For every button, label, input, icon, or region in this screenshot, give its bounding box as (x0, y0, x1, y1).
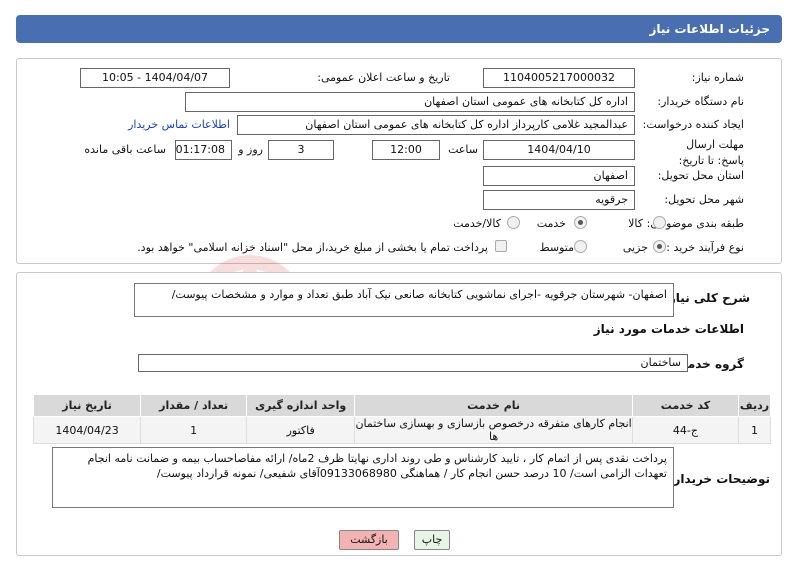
cell-service-name: انجام کارهای متفرقه درخصوص بازسازی و بهس… (354, 416, 633, 444)
need-info-panel (16, 58, 782, 264)
deadline-date-field: 1404/04/10 (483, 140, 635, 160)
col-need-date: تاریخ نیاز (32, 394, 142, 417)
description-textarea[interactable]: اصفهان- شهرستان جرقویه -اجرای نماشویی کت… (134, 283, 674, 317)
days-label: روز و (238, 143, 263, 156)
buyer-notes-label: توضیحات خریدار: (668, 472, 770, 486)
buyer-org-field: اداره کل کتابخانه های عمومی استان اصفهان (185, 92, 635, 112)
process-label: نوع فرآیند خرید : (666, 241, 744, 254)
category-radio-service[interactable] (574, 216, 587, 229)
process-option-medium: متوسط (539, 241, 574, 254)
deadline-label: مهلت ارسال پاسخ: تا تاریخ: (678, 138, 744, 167)
category-radio-goods-service[interactable] (507, 216, 520, 229)
announce-date-label: تاریخ و ساعت اعلان عمومی: (317, 71, 450, 84)
table-header-row: ردیف کد خدمت نام خدمت واحد اندازه گیری ت… (32, 394, 772, 417)
need-number-field: 1104005217000032 (483, 68, 635, 88)
buyer-notes-textarea[interactable]: پرداخت نقدی پس از اتمام کار ، تایید کارش… (52, 447, 674, 508)
treasury-checkbox[interactable] (495, 240, 507, 252)
cell-need-date: 1404/04/23 (32, 416, 142, 444)
table-row: 1 ج-44 انجام کارهای متفرقه درخصوص بازساز… (32, 416, 772, 444)
need-number-label: شماره نیاز: (691, 71, 744, 84)
buyer-org-label: نام دستگاه خریدار: (657, 95, 744, 108)
col-service-code: کد خدمت (631, 394, 739, 417)
deadline-time-field: 12:00 (372, 140, 440, 160)
days-field: 3 (268, 140, 334, 160)
cell-unit: فاکتور (246, 416, 356, 444)
print-button[interactable]: چاپ (414, 530, 450, 550)
back-button[interactable]: بازگشت (339, 530, 399, 550)
treasury-text: پرداخت تمام یا بخشی از مبلغ خرید،از محل … (137, 241, 488, 254)
col-unit: واحد اندازه گیری (246, 394, 356, 417)
category-option-service: خدمت (536, 217, 566, 230)
page-header: جزئیات اطلاعات نیاز (16, 15, 782, 43)
province-label: استان محل تحویل: (657, 169, 744, 182)
cell-row-number: 1 (737, 416, 772, 444)
cell-service-code: ج-44 (631, 416, 739, 444)
remaining-time-field: 01:17:08 (175, 140, 232, 160)
process-radio-medium[interactable] (574, 240, 587, 253)
description-label: شرح کلی نیاز: (664, 291, 750, 305)
category-option-goods-service: کالا/خدمت (453, 217, 501, 230)
services-table: ردیف کد خدمت نام خدمت واحد اندازه گیری ت… (32, 394, 772, 444)
col-quantity: تعداد / مقدار (140, 394, 248, 417)
deadline-time-label: ساعت (448, 143, 478, 156)
remaining-label: ساعت باقی مانده (84, 143, 166, 156)
city-label: شهر محل تحویل: (664, 193, 744, 206)
service-group-field: ساختمان (138, 354, 688, 372)
col-row-number: ردیف (737, 394, 772, 417)
buyer-contact-link[interactable]: اطلاعات تماس خریدار (128, 118, 230, 131)
category-radio-goods[interactable] (653, 216, 666, 229)
announce-date-field: 1404/04/07 - 10:05 (80, 68, 230, 88)
requester-field: عبدالمجید غلامی کارپرداز اداره کل کتابخا… (237, 115, 635, 135)
cell-quantity: 1 (140, 416, 248, 444)
page-title: جزئیات اطلاعات نیاز (649, 22, 770, 36)
process-radio-minor[interactable] (653, 240, 666, 253)
requester-label: ایجاد کننده درخواست: (642, 118, 744, 131)
city-field: جرقویه (483, 190, 635, 210)
province-field: اصفهان (483, 166, 635, 186)
services-section-title: اطلاعات خدمات مورد نیاز (593, 322, 744, 336)
col-service-name: نام خدمت (354, 394, 633, 417)
process-option-minor: جزیی (622, 241, 648, 254)
category-option-goods: کالا (628, 217, 643, 230)
